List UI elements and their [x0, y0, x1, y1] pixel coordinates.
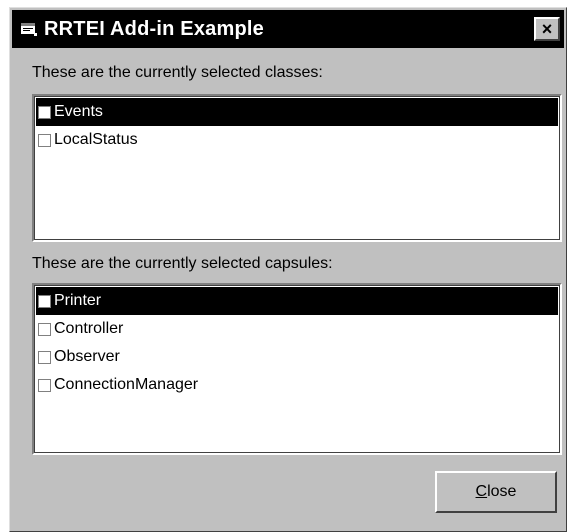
class-item[interactable]: Events: [36, 98, 558, 126]
close-button-label: lose: [487, 483, 517, 500]
class-item-label: LocalStatus: [54, 131, 138, 148]
capsule-item-label: Controller: [54, 320, 124, 337]
window-title: RRTEI Add-in Example: [44, 17, 264, 40]
classes-label: These are the currently selected classes…: [32, 64, 323, 81]
classes-listbox[interactable]: Events LocalStatus: [32, 94, 562, 242]
dialog-window: RRTEI Add-in Example × These are the cur…: [9, 7, 567, 532]
checkbox-icon[interactable]: [38, 294, 51, 308]
checkbox-icon[interactable]: [38, 322, 51, 336]
capsule-item-label: Observer: [54, 348, 120, 365]
checkbox-icon[interactable]: [38, 105, 51, 119]
close-button[interactable]: Close: [435, 471, 557, 513]
capsule-item[interactable]: Observer: [36, 343, 558, 371]
app-window-icon: [21, 23, 37, 36]
capsule-item-label: Printer: [54, 292, 102, 309]
checkbox-icon[interactable]: [38, 133, 51, 147]
capsule-item[interactable]: Controller: [36, 315, 558, 343]
close-icon[interactable]: ×: [534, 17, 560, 41]
class-item[interactable]: LocalStatus: [36, 126, 558, 154]
checkbox-icon[interactable]: [38, 350, 51, 364]
capsule-item[interactable]: ConnectionManager: [36, 371, 558, 399]
title-bar[interactable]: RRTEI Add-in Example ×: [12, 10, 564, 48]
capsules-label: These are the currently selected capsule…: [32, 255, 333, 272]
capsule-item-label: ConnectionManager: [54, 376, 199, 393]
capsules-listbox[interactable]: Printer Controller Observer ConnectionManag…: [32, 283, 562, 455]
checkbox-icon[interactable]: [38, 378, 51, 392]
class-item-label: Events: [54, 103, 103, 120]
close-button-mnemonic: C: [475, 483, 488, 500]
capsule-item[interactable]: Printer: [36, 287, 558, 315]
